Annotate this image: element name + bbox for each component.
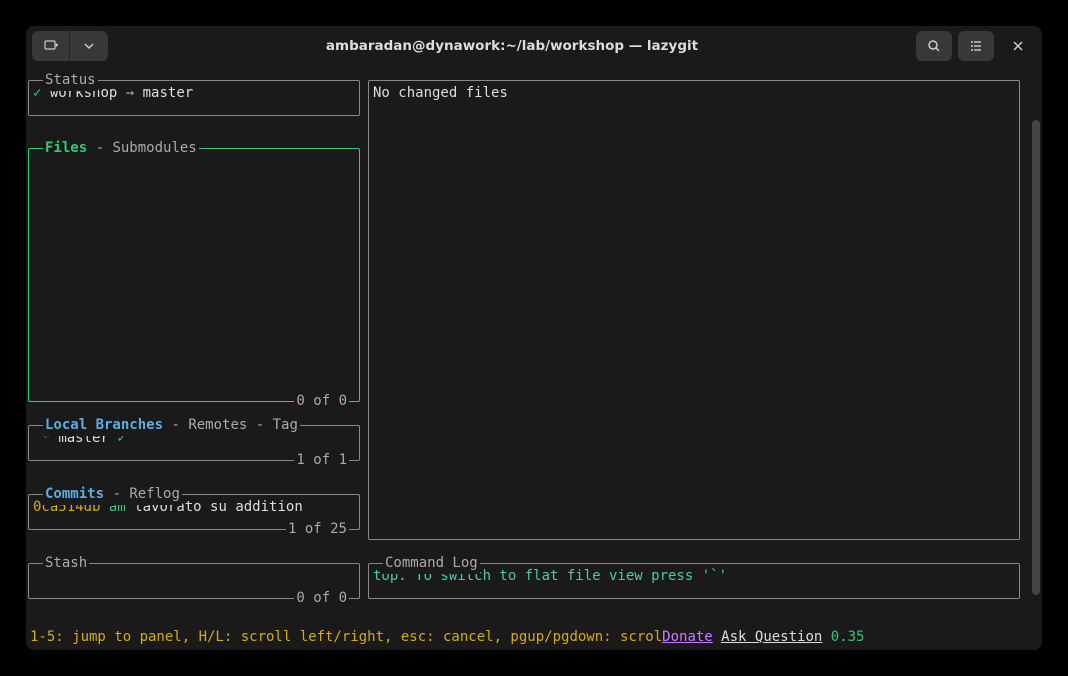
stash-footer: 0 of 0 [294, 588, 349, 609]
branches-panel-title: Local Branches - Remotes - Tag [43, 415, 300, 436]
ask-question-link[interactable]: Ask Question [721, 629, 822, 645]
tab-reflog[interactable]: Reflog [129, 486, 180, 502]
new-tab-button[interactable] [32, 31, 70, 61]
close-button[interactable] [1000, 31, 1036, 61]
arrow-icon: → [126, 85, 134, 101]
tab-remotes[interactable]: Remotes [188, 417, 247, 433]
tab-dropdown-button[interactable] [70, 31, 108, 61]
tab-submodules[interactable]: Submodules [112, 140, 196, 156]
commits-panel-title: Commits - Reflog [43, 484, 182, 505]
window-title: ambaradan@dynawork:~/lab/workshop — lazy… [326, 36, 698, 56]
command-log-title: Command Log [383, 553, 480, 574]
keybind-hint: 1-5: jump to panel, H/L: scroll left/rig… [30, 629, 662, 645]
scrollbar[interactable] [1032, 120, 1040, 595]
main-panel[interactable]: No changed files [368, 80, 1020, 540]
stash-panel-title: Stash [43, 553, 89, 574]
close-icon [1012, 40, 1024, 52]
files-footer: 0 of 0 [294, 391, 349, 412]
terminal-window: ambaradan@dynawork:~/lab/workshop — lazy… [26, 26, 1042, 650]
titlebar-left-buttons [32, 31, 108, 61]
menu-button[interactable] [958, 31, 994, 61]
new-tab-icon [43, 38, 59, 54]
stash-panel[interactable]: Stash 0 of 0 [28, 563, 360, 599]
status-panel[interactable]: Status ✓ workshop → master [28, 80, 360, 116]
command-log-panel[interactable]: Command Log top. To switch to flat file … [368, 563, 1020, 599]
tab-files[interactable]: Files [45, 140, 87, 156]
search-icon [927, 39, 941, 53]
branches-panel[interactable]: Local Branches - Remotes - Tag * master … [28, 425, 360, 461]
tab-local-branches[interactable]: Local Branches [45, 417, 163, 433]
commits-footer: 1 of 25 [286, 519, 349, 540]
chevron-down-icon [83, 40, 95, 52]
commits-panel[interactable]: Commits - Reflog 0ca514db am lavorato su… [28, 494, 360, 530]
branches-footer: 1 of 1 [294, 450, 349, 471]
tab-commits[interactable]: Commits [45, 486, 104, 502]
status-check-icon: ✓ [33, 85, 41, 101]
donate-link[interactable]: Donate [662, 629, 713, 645]
version-label: 0.35 [831, 629, 865, 645]
status-line: 1-5: jump to panel, H/L: scroll left/rig… [30, 627, 1038, 648]
main-content: No changed files [369, 81, 1019, 106]
tab-tags[interactable]: Tag [273, 417, 298, 433]
titlebar-right-buttons [916, 31, 1036, 61]
search-button[interactable] [916, 31, 952, 61]
files-panel[interactable]: Files - Submodules 0 of 0 [28, 148, 360, 402]
menu-icon [969, 39, 983, 53]
branch-name: master [143, 85, 194, 101]
files-panel-title: Files - Submodules [43, 138, 199, 159]
status-panel-title: Status [43, 70, 98, 91]
titlebar: ambaradan@dynawork:~/lab/workshop — lazy… [26, 26, 1042, 66]
terminal-body: Status ✓ workshop → master Files - Submo… [26, 66, 1042, 650]
